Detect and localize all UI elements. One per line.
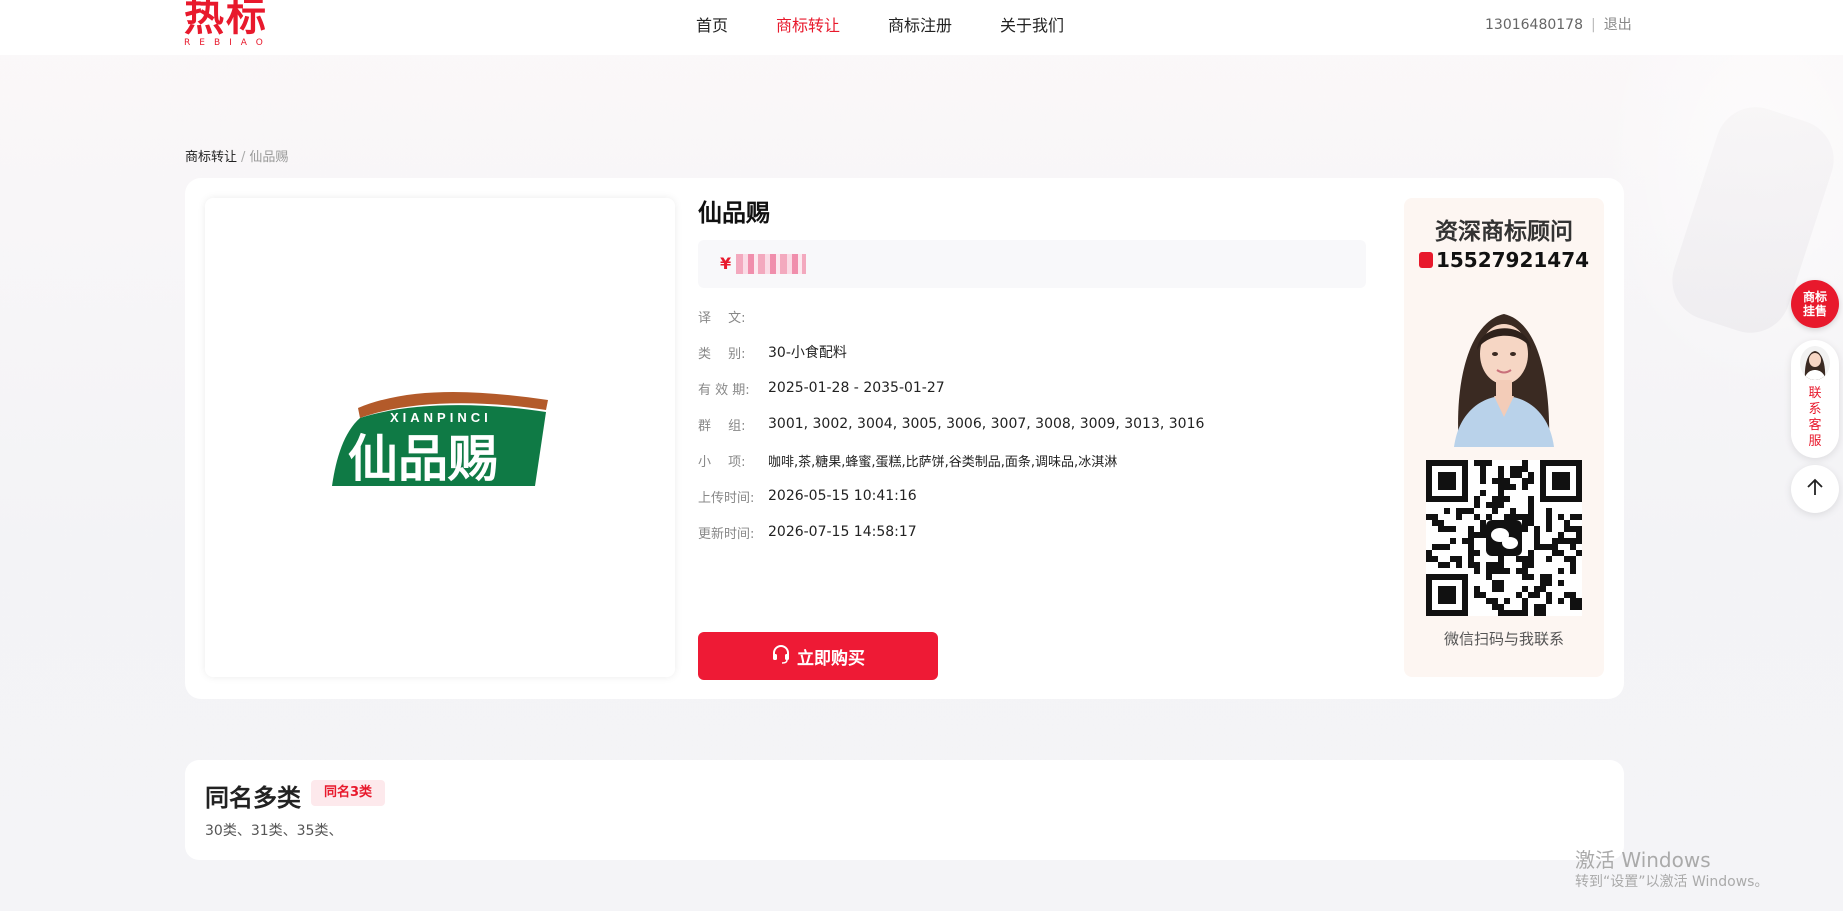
- contact-service-label: 联 系 客 服: [1791, 386, 1839, 450]
- nav-trademark-register[interactable]: 商标注册: [888, 14, 952, 38]
- user-box: 13016480178 | 退出: [1485, 15, 1632, 35]
- top-header: 热标 REBIAO 首页 商标转让 商标注册 关于我们 13016480178 |…: [0, 0, 1843, 55]
- windows-activation-watermark: 激活 Windows 转到“设置”以激活 Windows。: [1575, 848, 1768, 892]
- price-box: ¥: [698, 240, 1366, 288]
- advisor-title: 资深商标顾问: [1435, 219, 1573, 245]
- nav-trademark-transfer[interactable]: 商标转让: [776, 14, 840, 38]
- field-value: 3001, 3002, 3004, 3005, 3006, 3007, 3008…: [768, 416, 1205, 432]
- breadcrumb: 商标转让 / 仙品赐: [185, 146, 288, 165]
- wechat-icon: [1486, 520, 1522, 556]
- headset-icon: [771, 644, 791, 669]
- field-row-upload-time: 上传时间: 2026-05-15 10:41:16: [698, 478, 1386, 514]
- breadcrumb-current: 仙品赐: [249, 150, 289, 165]
- field-label: 上传时间:: [698, 490, 755, 506]
- watermark-line1: 激活 Windows: [1575, 848, 1711, 872]
- contact-service-button[interactable]: 联 系 客 服: [1791, 340, 1839, 458]
- listing-label-line1: 商标: [1802, 290, 1827, 304]
- trademark-title: 仙品赐: [698, 199, 770, 227]
- price-symbol: ¥: [720, 254, 732, 273]
- breadcrumb-separator: /: [241, 150, 246, 165]
- trademark-logo-name: 仙品赐: [348, 430, 498, 488]
- field-value: 2026-07-15 14:58:17: [768, 524, 917, 540]
- field-row-class: 类 别: 30-小食配料: [698, 334, 1386, 370]
- cs-label-char: 联: [1808, 386, 1822, 401]
- same-name-title: 同名多类: [205, 784, 301, 812]
- field-row-groups: 群 组: 3001, 3002, 3004, 3005, 3006, 3007, …: [698, 406, 1386, 442]
- field-value: 2026-05-15 10:41:16: [768, 488, 917, 504]
- back-to-top-button[interactable]: [1791, 465, 1839, 513]
- field-label: 更新时间:: [698, 526, 755, 542]
- field-label: 群 组:: [698, 418, 746, 434]
- wechat-qr-code: [1426, 460, 1582, 616]
- listing-label-line2: 挂售: [1802, 304, 1827, 318]
- cs-label-char: 系: [1808, 402, 1822, 417]
- trademark-logo-pinyin: XIANPINCI: [390, 410, 492, 425]
- logout-link[interactable]: 退出: [1604, 17, 1632, 33]
- advisor-panel: 资深商标顾问 15527921474 微信扫码与我联系: [1404, 198, 1604, 677]
- service-avatar: [1800, 346, 1830, 380]
- trademark-listing-button[interactable]: 商标 挂售: [1791, 280, 1839, 328]
- field-label: 译 文:: [698, 310, 746, 326]
- field-row-translation: 译 文:: [698, 298, 1386, 334]
- buy-now-button[interactable]: 立即购买: [698, 632, 938, 680]
- advisor-phone: 15527921474: [1404, 248, 1604, 272]
- price-hidden-mosaic: [736, 254, 806, 274]
- nav-about-us[interactable]: 关于我们: [1000, 14, 1064, 38]
- site-logo[interactable]: 热标 REBIAO: [184, 0, 279, 54]
- cs-label-char: 服: [1808, 434, 1822, 449]
- trademark-logo-image: XIANPINCI 仙品赐: [332, 391, 548, 488]
- trademark-info: 仙品赐 ¥ 译 文: 类 别: 30-小食配料 有 效 期: 2025-01-28 …: [698, 198, 1386, 550]
- user-phone[interactable]: 13016480178: [1485, 17, 1583, 33]
- field-row-validity: 有 效 期: 2025-01-28 - 2035-01-27: [698, 370, 1386, 406]
- field-label: 小 项:: [698, 454, 746, 470]
- logo-subtext: REBIAO: [184, 38, 272, 48]
- advisor-phone-number: 15527921474: [1435, 248, 1590, 272]
- field-value: 2025-01-28 - 2035-01-27: [768, 380, 945, 396]
- main-nav: 首页 商标转让 商标注册 关于我们: [696, 14, 1112, 38]
- buy-now-label: 立即购买: [797, 648, 865, 669]
- field-label: 类 别:: [698, 346, 746, 362]
- trademark-detail-card: XIANPINCI 仙品赐 仙品赐 ¥ 译 文: 类 别: 30-小食配料 有 效…: [185, 178, 1624, 699]
- logo-text: 热标: [184, 0, 268, 40]
- cs-label-char: 客: [1808, 418, 1822, 433]
- phone-icon: [1418, 252, 1433, 268]
- field-value: 咖啡,茶,糖果,蜂蜜,蛋糕,比萨饼,谷类制品,面条,调味品,冰淇淋: [768, 454, 1118, 470]
- field-row-update-time: 更新时间: 2026-07-15 14:58:17: [698, 514, 1386, 550]
- user-separator: |: [1590, 17, 1596, 33]
- same-name-badge: 同名3类: [311, 780, 386, 806]
- same-name-list[interactable]: 30类、31类、35类、: [205, 820, 342, 840]
- field-label: 有 效 期:: [698, 382, 750, 398]
- advisor-avatar: [1439, 292, 1569, 447]
- trademark-image-box: XIANPINCI 仙品赐: [205, 198, 675, 677]
- trademark-fields: 译 文: 类 别: 30-小食配料 有 效 期: 2025-01-28 - 2035…: [698, 298, 1386, 550]
- nav-home[interactable]: 首页: [696, 14, 728, 38]
- breadcrumb-parent[interactable]: 商标转让: [185, 150, 237, 165]
- arrow-up-icon: [1805, 477, 1825, 501]
- same-name-section: 同名多类 同名3类 30类、31类、35类、: [185, 760, 1624, 860]
- advisor-caption: 微信扫码与我联系: [1443, 630, 1564, 648]
- watermark-line2: 转到“设置”以激活 Windows。: [1575, 874, 1769, 890]
- field-value: 30-小食配料: [768, 345, 847, 361]
- field-row-items: 小 项: 咖啡,茶,糖果,蜂蜜,蛋糕,比萨饼,谷类制品,面条,调味品,冰淇淋: [698, 442, 1386, 478]
